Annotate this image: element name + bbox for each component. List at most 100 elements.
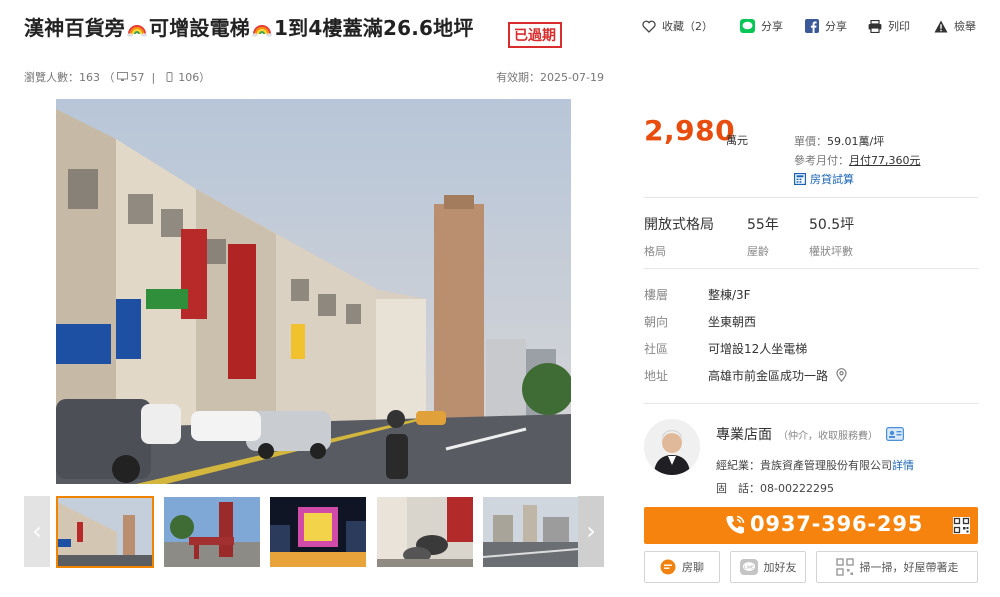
main-photo[interactable] <box>56 99 571 484</box>
thumb-scooter-arcade[interactable] <box>377 497 473 567</box>
chat-label: 房聊 <box>682 561 704 574</box>
facebook-icon <box>805 19 819 33</box>
scan-qr-button[interactable]: 掃一掃，好屋帶著走 <box>816 551 978 583</box>
price-value: 2,980 <box>644 114 736 147</box>
views-mobile-count: 106 <box>178 71 200 84</box>
thumb-night-building[interactable] <box>270 497 366 567</box>
qr-code-icon <box>835 558 854 576</box>
thumbnail-next-button[interactable]: › <box>578 496 604 567</box>
chat-icon <box>660 559 676 575</box>
expired-badge: 已過期 <box>508 22 562 48</box>
info-orientation-value: 坐東朝西 <box>708 315 757 329</box>
spec-layout: 開放式格局 格局 <box>644 214 714 259</box>
spec-area-label: 權狀坪數 <box>809 245 853 258</box>
agent-name-row: 專業店面 （仲介，收取服務費） <box>716 424 905 444</box>
desktop-icon <box>116 72 128 81</box>
title-text-part3: 1到4樓蓋滿26.6地坪 <box>274 16 474 40</box>
printer-icon <box>868 19 882 33</box>
spec-age: 55年 屋齡 <box>747 214 779 259</box>
info-community-value: 可增設12人坐電梯 <box>708 342 808 356</box>
thumbnail-prev-button[interactable]: ‹ <box>24 496 50 567</box>
map-pin-icon[interactable] <box>836 368 847 383</box>
facebook-share-button[interactable]: 分享 <box>805 18 847 34</box>
warning-icon <box>934 20 948 32</box>
print-label: 列印 <box>888 20 910 33</box>
agent-company: 貴族資產管理股份有限公司 <box>760 459 892 472</box>
calculator-icon <box>794 173 806 185</box>
svg-text:LINE: LINE <box>743 564 753 569</box>
views-close-paren: ） <box>199 71 211 84</box>
id-card-icon <box>886 427 905 441</box>
spec-area: 50.5坪 權狀坪數 <box>809 214 854 259</box>
chevron-right-icon: › <box>586 517 596 545</box>
line-icon: LINE <box>739 559 758 575</box>
chevron-left-icon: ‹ <box>32 517 42 545</box>
heart-icon <box>642 20 656 33</box>
listing-meta: 瀏覽人數：163 （ 57 | 106） 有效期：2025-07-19 <box>24 69 604 85</box>
thumb-image <box>483 497 579 567</box>
agent-phone-label: 固 話： <box>716 482 760 495</box>
report-label: 檢舉 <box>954 20 976 33</box>
info-orientation-label: 朝向 <box>644 315 669 329</box>
loan-calculator-label: 房貸試算 <box>810 173 854 186</box>
print-button[interactable]: 列印 <box>868 18 910 34</box>
monthly-payment-row: 參考月付：月付77,360元 <box>794 151 921 170</box>
monthly-payment-label: 參考月付： <box>794 154 849 167</box>
chat-button[interactable]: 房聊 <box>644 551 720 583</box>
add-friend-label: 加好友 <box>763 561 797 574</box>
thumb-image <box>270 497 366 567</box>
title-text-part1: 漢神百貨旁 <box>24 16 125 40</box>
agent-avatar[interactable] <box>644 419 700 475</box>
favorite-label: 收藏（2） <box>662 20 713 33</box>
scan-label: 掃一掃，好屋帶著走 <box>859 561 959 574</box>
price-unit: 萬元 <box>726 134 748 147</box>
thumb-street-view[interactable] <box>56 496 154 568</box>
avatar-image <box>644 419 700 475</box>
info-address-value: 高雄市前金區成功一路 <box>708 367 847 384</box>
rainbow-icon <box>127 25 147 37</box>
spec-layout-value: 開放式格局 <box>644 217 714 233</box>
info-address-label: 地址 <box>644 369 669 383</box>
address-text: 高雄市前金區成功一路 <box>708 369 829 383</box>
agent-name: 專業店面 <box>716 427 772 443</box>
line-share-label: 分享 <box>761 20 783 33</box>
agent-phone-row: 固 話：08-00222295 <box>716 480 834 496</box>
thumb-image <box>377 497 473 567</box>
info-floor-label: 樓層 <box>644 288 669 302</box>
loan-calculator-link[interactable]: 房貸試算 <box>794 171 854 187</box>
divider <box>644 268 978 269</box>
mobile-icon <box>166 72 173 82</box>
phone-icon <box>726 515 745 534</box>
spec-area-value: 50.5坪 <box>809 217 855 233</box>
thumb-image <box>57 497 153 567</box>
call-button[interactable]: 0937-396-295 <box>644 507 978 544</box>
valid-until: 有效期：2025-07-19 <box>496 71 604 84</box>
thumb-city-view[interactable] <box>483 497 579 567</box>
title-text-part2: 可增設電梯 <box>149 16 250 40</box>
rainbow-icon <box>252 25 272 37</box>
divider <box>644 197 978 198</box>
price-details: 單價：59.01萬/坪 參考月付：月付77,360元 <box>794 132 921 170</box>
agent-type-note: （仲介，收取服務費） <box>778 431 878 442</box>
mobile-number: 0937-396-295 <box>750 512 924 536</box>
agent-details-link[interactable]: 詳情 <box>892 459 914 472</box>
line-icon <box>740 19 755 33</box>
monthly-payment-value[interactable]: 月付77,360元 <box>849 154 921 167</box>
facebook-share-label: 分享 <box>825 20 847 33</box>
unit-price-row: 單價：59.01萬/坪 <box>794 132 921 151</box>
favorite-button[interactable]: 收藏（2） <box>642 18 713 34</box>
unit-price-value: 59.01萬/坪 <box>827 135 885 148</box>
divider <box>644 403 978 404</box>
add-friend-button[interactable]: LINE 加好友 <box>730 551 806 583</box>
unit-price-label: 單價： <box>794 135 827 148</box>
qr-code-icon[interactable] <box>953 517 970 534</box>
views-label: 瀏覽人數：163 <box>24 71 100 84</box>
agent-landline: 08-00222295 <box>760 482 834 495</box>
views-desktop-count: 57 <box>130 71 145 84</box>
thumb-image <box>164 497 260 567</box>
views-separator: | <box>151 71 156 84</box>
report-button[interactable]: 檢舉 <box>934 18 976 34</box>
thumb-gate[interactable] <box>164 497 260 567</box>
spec-age-label: 屋齡 <box>747 245 769 258</box>
line-share-button[interactable]: 分享 <box>740 18 783 34</box>
